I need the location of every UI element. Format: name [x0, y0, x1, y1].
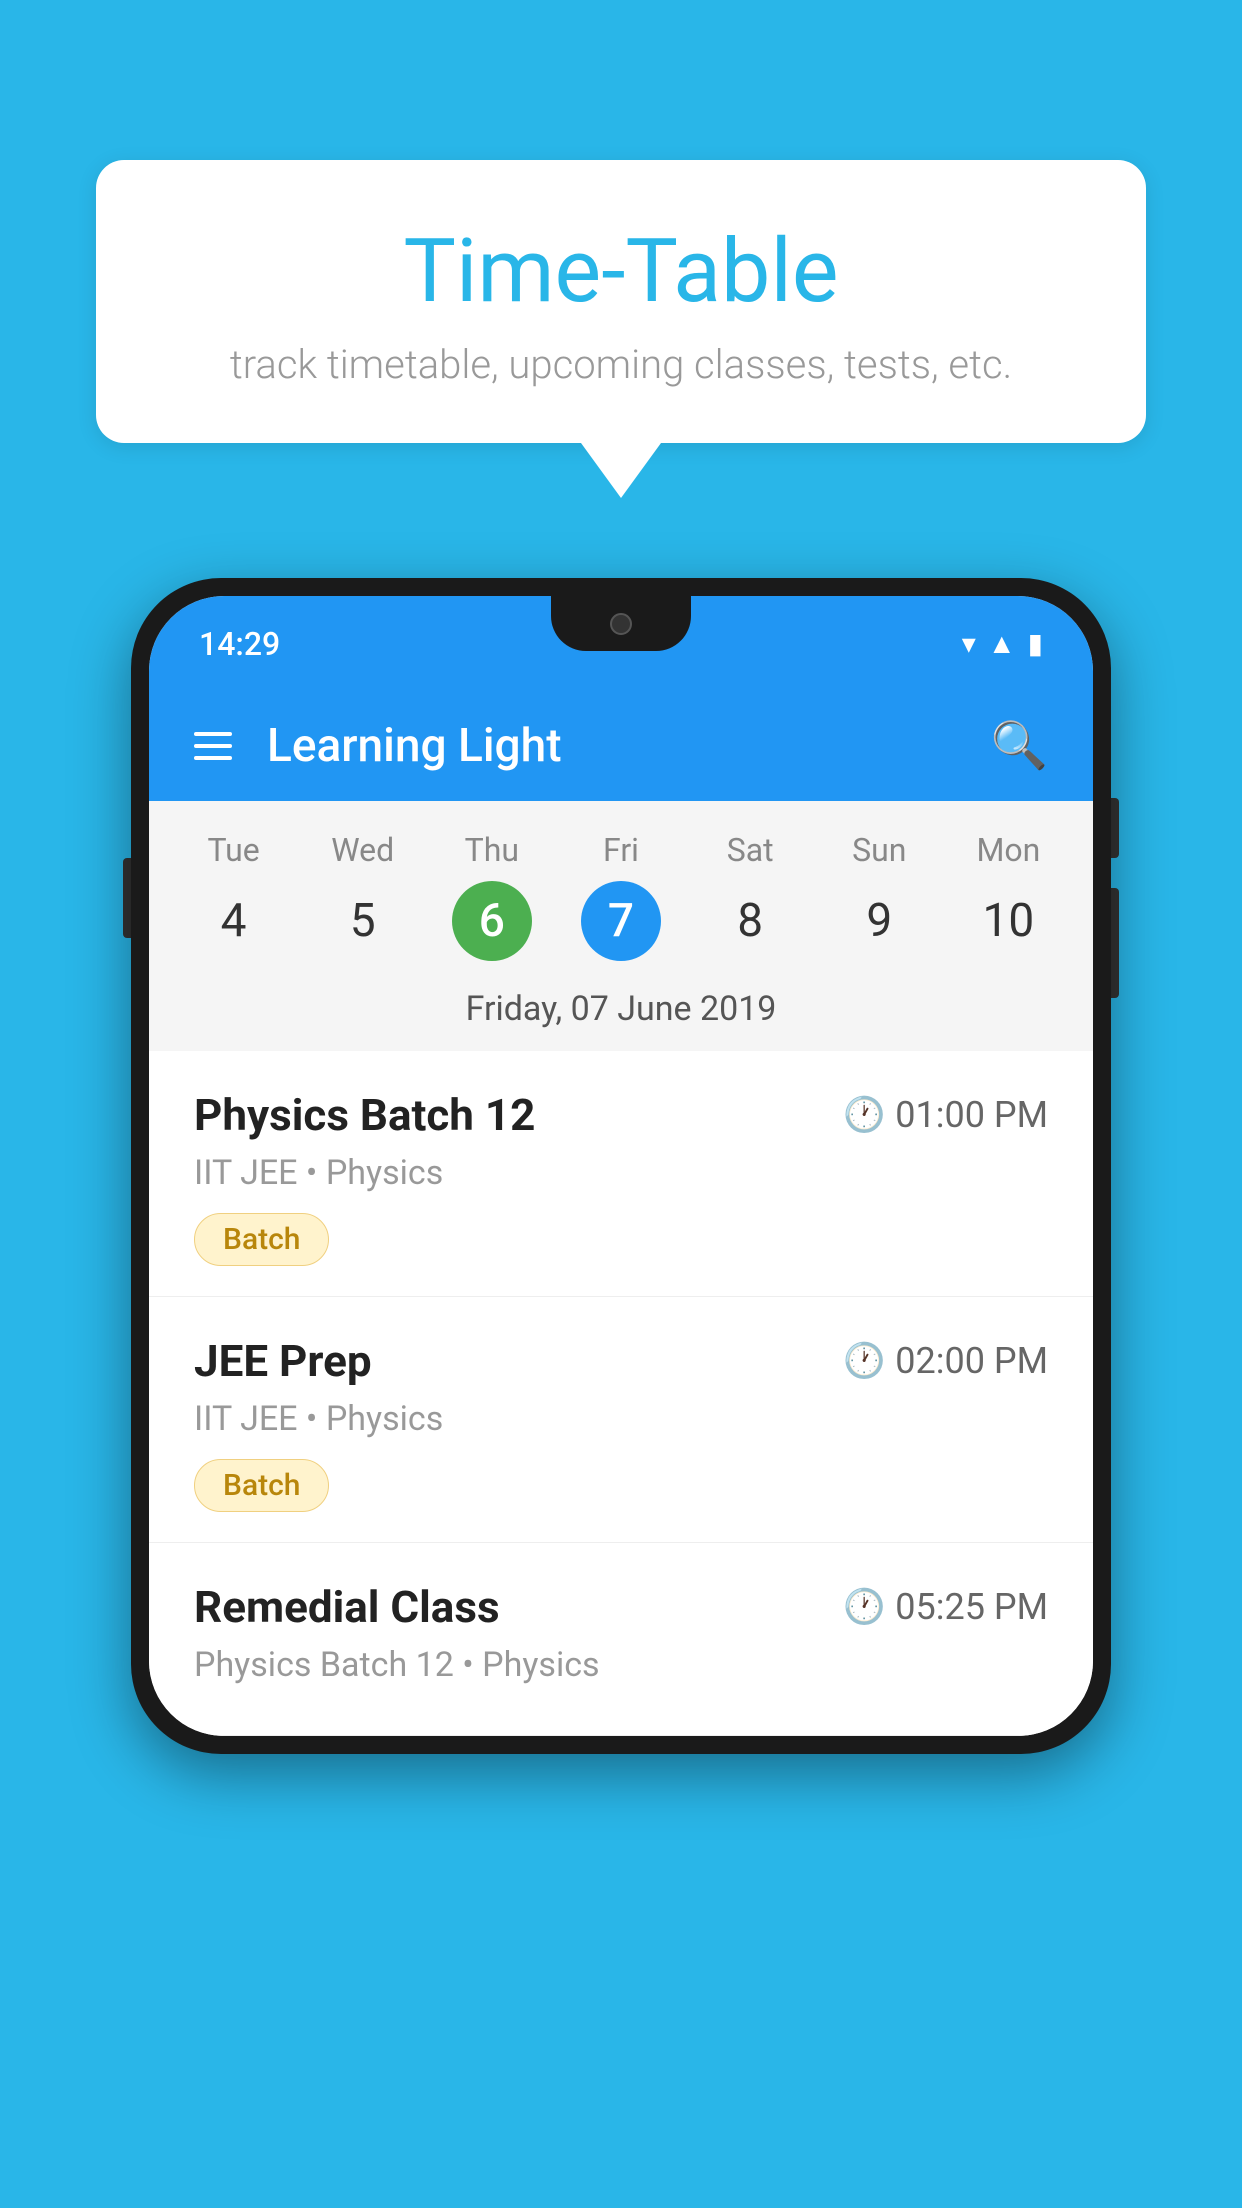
day-num-fri[interactable]: 7 — [581, 881, 661, 961]
schedule-time-0: 🕐01:00 PM — [843, 1094, 1048, 1136]
day-name-thu: Thu — [465, 831, 519, 869]
day-col-sat[interactable]: Sat 8 — [690, 831, 810, 961]
day-num-mon[interactable]: 10 — [968, 881, 1048, 961]
day-col-thu[interactable]: Thu 6 — [432, 831, 552, 961]
schedule-item-2[interactable]: Remedial Class 🕐05:25 PM Physics Batch 12 … — [149, 1543, 1093, 1736]
notch — [551, 596, 691, 651]
hamburger-line-1 — [194, 732, 232, 736]
phone-mockup: 14:29 ▾ ▲ ▮ Learning Light 🔍 — [131, 578, 1111, 1754]
schedule-title-1: JEE Prep — [194, 1335, 372, 1387]
camera — [610, 613, 632, 635]
clock-icon: 🕐 — [843, 1587, 885, 1627]
day-col-tue[interactable]: Tue 4 — [174, 831, 294, 961]
app-title: Learning Light — [267, 719, 956, 773]
day-num-thu[interactable]: 6 — [452, 881, 532, 961]
day-col-sun[interactable]: Sun 9 — [819, 831, 939, 961]
schedule-title-0: Physics Batch 12 — [194, 1089, 535, 1141]
schedule-header-1: JEE Prep 🕐02:00 PM — [194, 1335, 1048, 1387]
schedule-subtitle-0: IIT JEE • Physics — [194, 1153, 1048, 1193]
wifi-icon: ▾ — [962, 627, 976, 660]
phone-outer: 14:29 ▾ ▲ ▮ Learning Light 🔍 — [131, 578, 1111, 1754]
status-icons: ▾ ▲ ▮ — [962, 627, 1043, 660]
day-num-wed[interactable]: 5 — [323, 881, 403, 961]
power-button — [1111, 798, 1119, 858]
schedule-header-0: Physics Batch 12 🕐01:00 PM — [194, 1089, 1048, 1141]
day-name-tue: Tue — [207, 831, 259, 869]
schedule-item-0[interactable]: Physics Batch 12 🕐01:00 PM IIT JEE • Physi… — [149, 1051, 1093, 1297]
week-calendar: Tue 4 Wed 5 Thu 6 Fri 7 Sat 8 Sun 9 Mon 10 Friday, 07… — [149, 801, 1093, 1051]
volume-button — [123, 858, 131, 938]
day-col-mon[interactable]: Mon 10 — [948, 831, 1068, 961]
schedule-time-text-2: 05:25 PM — [895, 1586, 1048, 1628]
schedule-title-2: Remedial Class — [194, 1581, 500, 1633]
bubble-arrow — [581, 443, 661, 498]
hamburger-menu[interactable] — [194, 732, 232, 760]
clock-icon: 🕐 — [843, 1341, 885, 1381]
bubble-title: Time-Table — [176, 220, 1066, 323]
speech-bubble: Time-Table track timetable, upcoming cla… — [96, 160, 1146, 443]
schedule-subtitle-2: Physics Batch 12 • Physics — [194, 1645, 1048, 1685]
hamburger-line-3 — [194, 756, 232, 760]
day-name-fri: Fri — [603, 831, 639, 869]
app-bar: Learning Light 🔍 — [149, 691, 1093, 801]
phone-inner: 14:29 ▾ ▲ ▮ Learning Light 🔍 — [149, 596, 1093, 1736]
schedule-list: Physics Batch 12🕐01:00 PMIIT JEE • Physi… — [149, 1051, 1093, 1736]
schedule-subtitle-1: IIT JEE • Physics — [194, 1399, 1048, 1439]
day-num-sat[interactable]: 8 — [710, 881, 790, 961]
day-col-fri[interactable]: Fri 7 — [561, 831, 681, 961]
batch-badge-0: Batch — [194, 1213, 329, 1266]
selected-date-label: Friday, 07 June 2019 — [149, 971, 1093, 1051]
schedule-header-2: Remedial Class 🕐05:25 PM — [194, 1581, 1048, 1633]
speech-bubble-container: Time-Table track timetable, upcoming cla… — [96, 160, 1146, 498]
status-time: 14:29 — [199, 625, 280, 663]
search-icon[interactable]: 🔍 — [991, 719, 1048, 773]
day-name-mon: Mon — [976, 831, 1040, 869]
batch-badge-1: Batch — [194, 1459, 329, 1512]
clock-icon: 🕐 — [843, 1095, 885, 1135]
schedule-time-2: 🕐05:25 PM — [843, 1586, 1048, 1628]
day-num-tue[interactable]: 4 — [194, 881, 274, 961]
schedule-time-text-1: 02:00 PM — [895, 1340, 1048, 1382]
day-col-wed[interactable]: Wed 5 — [303, 831, 423, 961]
day-num-sun[interactable]: 9 — [839, 881, 919, 961]
volume-down-button — [1111, 888, 1119, 998]
day-name-sat: Sat — [727, 831, 774, 869]
signal-icon: ▲ — [988, 627, 1016, 660]
hamburger-line-2 — [194, 744, 232, 748]
schedule-time-1: 🕐02:00 PM — [843, 1340, 1048, 1382]
schedule-item-1[interactable]: JEE Prep 🕐02:00 PM IIT JEE • Physics Batch — [149, 1297, 1093, 1543]
status-bar: 14:29 ▾ ▲ ▮ — [149, 596, 1093, 691]
schedule-time-text-0: 01:00 PM — [895, 1094, 1048, 1136]
day-name-wed: Wed — [331, 831, 394, 869]
battery-icon: ▮ — [1028, 627, 1043, 660]
day-name-sun: Sun — [852, 831, 906, 869]
bubble-subtitle: track timetable, upcoming classes, tests… — [176, 341, 1066, 388]
days-header: Tue 4 Wed 5 Thu 6 Fri 7 Sat 8 Sun 9 Mon 10 — [149, 821, 1093, 971]
